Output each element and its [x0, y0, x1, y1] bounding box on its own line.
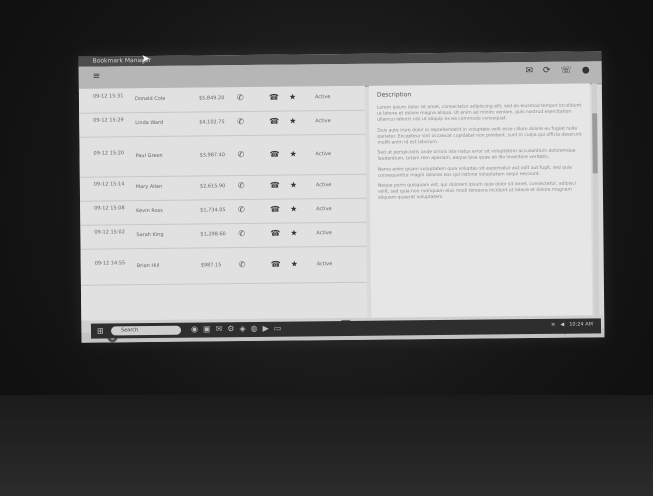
- detail-body: Lorem ipsum dolor sit amet, consectetur …: [377, 103, 583, 206]
- phone-icon[interactable]: ☎: [269, 93, 279, 102]
- settings-icon[interactable]: ⚙: [227, 324, 234, 333]
- row-amount: $1,734.05: [200, 207, 226, 214]
- clock[interactable]: 10:24 AM: [569, 321, 593, 327]
- mail-icon[interactable]: ✉: [215, 324, 222, 333]
- row-status: Active: [315, 151, 332, 158]
- star-icon[interactable]: ★: [290, 228, 297, 237]
- phone-icon[interactable]: ☎: [270, 181, 280, 190]
- user-icon[interactable]: ●: [582, 65, 590, 75]
- phone-icon[interactable]: ☎: [270, 229, 280, 238]
- row-status: Active: [316, 230, 332, 237]
- taskbar-apps: ◉ ▣ ✉ ⚙ ◈ ◍ ▶ ▭: [191, 324, 281, 334]
- phone-icon[interactable]: ☎: [270, 150, 280, 159]
- browser-icon[interactable]: ◉: [191, 325, 198, 334]
- star-icon[interactable]: ★: [290, 204, 297, 213]
- star-icon[interactable]: ★: [289, 92, 296, 101]
- row-date: 09-12 15:02: [94, 229, 125, 236]
- row-amount: $2,615.90: [199, 183, 226, 190]
- star-icon[interactable]: ★: [289, 116, 296, 125]
- phone-icon[interactable]: ☏: [561, 66, 572, 76]
- detail-paragraph: Neque porro quisquam est, qui dolorem ip…: [377, 181, 576, 202]
- call-back-icon[interactable]: ✆: [239, 260, 246, 269]
- call-back-icon[interactable]: ✆: [238, 150, 245, 159]
- system-tray: ≋ ◀ 10:24 AM: [551, 321, 593, 327]
- desk-surface: [0, 395, 653, 496]
- star-icon[interactable]: ★: [291, 259, 298, 268]
- terminal-icon[interactable]: ▭: [274, 324, 282, 333]
- call-back-icon[interactable]: ✆: [238, 205, 245, 214]
- mouse-cursor-icon: ➤: [141, 52, 151, 65]
- row-amount: $1,298.60: [200, 231, 226, 238]
- row-date: 09-12 15:20: [93, 150, 125, 157]
- detail-title: Description: [376, 91, 412, 99]
- phone-icon[interactable]: ☎: [271, 260, 281, 269]
- row-date: 09-12 15:08: [94, 205, 125, 212]
- table-row[interactable]: 09-12 14:55 Brian Hill $987.15 ✆ ☎ ★ Act…: [80, 245, 367, 286]
- scrollbar-thumb[interactable]: [592, 113, 598, 174]
- row-name: Kevin Ross: [136, 207, 163, 215]
- row-name: Linda Ward: [135, 119, 164, 127]
- call-back-icon[interactable]: ✆: [238, 229, 245, 238]
- star-icon[interactable]: ★: [290, 180, 297, 189]
- row-date: 09-12 15:31: [92, 93, 124, 100]
- toolbar-icon-group: ✉ ⟳ ☏ ●: [525, 65, 589, 76]
- call-back-icon[interactable]: ✆: [237, 93, 244, 102]
- row-status: Active: [316, 261, 333, 268]
- media-icon[interactable]: ▶: [263, 324, 269, 333]
- row-amount: $3,987.40: [199, 152, 226, 159]
- detail-paragraph: Nemo enim ipsam voluptatem quia voluptas…: [377, 165, 572, 179]
- row-name: Donald Cole: [134, 95, 166, 103]
- start-icon[interactable]: ⊞: [97, 327, 104, 336]
- folder-icon[interactable]: ▣: [203, 324, 211, 333]
- row-status: Active: [315, 182, 332, 189]
- row-date: 09-12 15:14: [93, 181, 125, 188]
- detail-paragraph: Lorem ipsum dolor sit amet, consectetur …: [377, 103, 582, 124]
- row-name: Paul Green: [135, 152, 163, 160]
- row-amount: $4,102.75: [199, 119, 225, 126]
- refresh-icon[interactable]: ⟳: [543, 66, 551, 76]
- call-back-icon[interactable]: ✆: [238, 181, 245, 190]
- call-back-icon[interactable]: ✆: [237, 117, 244, 126]
- store-icon[interactable]: ◈: [239, 324, 245, 333]
- row-name: Brian Hill: [136, 262, 160, 270]
- chat-icon[interactable]: ◍: [251, 324, 258, 333]
- mail-icon[interactable]: ✉: [525, 66, 533, 76]
- phone-icon[interactable]: ☎: [269, 117, 279, 126]
- detail-paragraph: Duis aute irure dolor in reprehenderit i…: [377, 126, 582, 146]
- table-row[interactable]: 09-12 15:20 Paul Green $3,987.40 ✆ ☎ ★ A…: [79, 133, 366, 178]
- volume-icon[interactable]: ◀: [560, 322, 564, 328]
- row-name: Mary Allen: [135, 183, 163, 191]
- detail-pane: Description Lorem ipsum dolor sit amet, …: [368, 83, 593, 318]
- monitor-screen: Bookmark Manager ≡ ✉ ⟳ ☏ ● 09-12 15:31 D…: [78, 51, 605, 343]
- row-date: 09-12 15:29: [93, 117, 124, 124]
- detail-paragraph: Sed ut perspiciatis unde omnis iste natu…: [377, 148, 576, 163]
- row-date: 09-12 14:55: [94, 260, 126, 267]
- vertical-scrollbar[interactable]: [591, 83, 600, 316]
- star-icon[interactable]: ★: [290, 149, 297, 158]
- wifi-icon[interactable]: ≋: [551, 322, 555, 328]
- menu-icon[interactable]: ≡: [93, 72, 101, 82]
- row-status: Active: [316, 206, 332, 213]
- row-name: Sarah King: [136, 231, 164, 239]
- taskbar-search-input[interactable]: Search: [110, 325, 182, 336]
- row-amount: $5,849.20: [198, 95, 225, 102]
- row-amount: $987.15: [200, 262, 222, 269]
- row-status: Active: [315, 118, 331, 125]
- row-status: Active: [314, 94, 331, 101]
- phone-icon[interactable]: ☎: [270, 205, 280, 214]
- records-list: 09-12 15:31 Donald Cole $5,849.20 ✆ ☎ ★ …: [78, 85, 368, 321]
